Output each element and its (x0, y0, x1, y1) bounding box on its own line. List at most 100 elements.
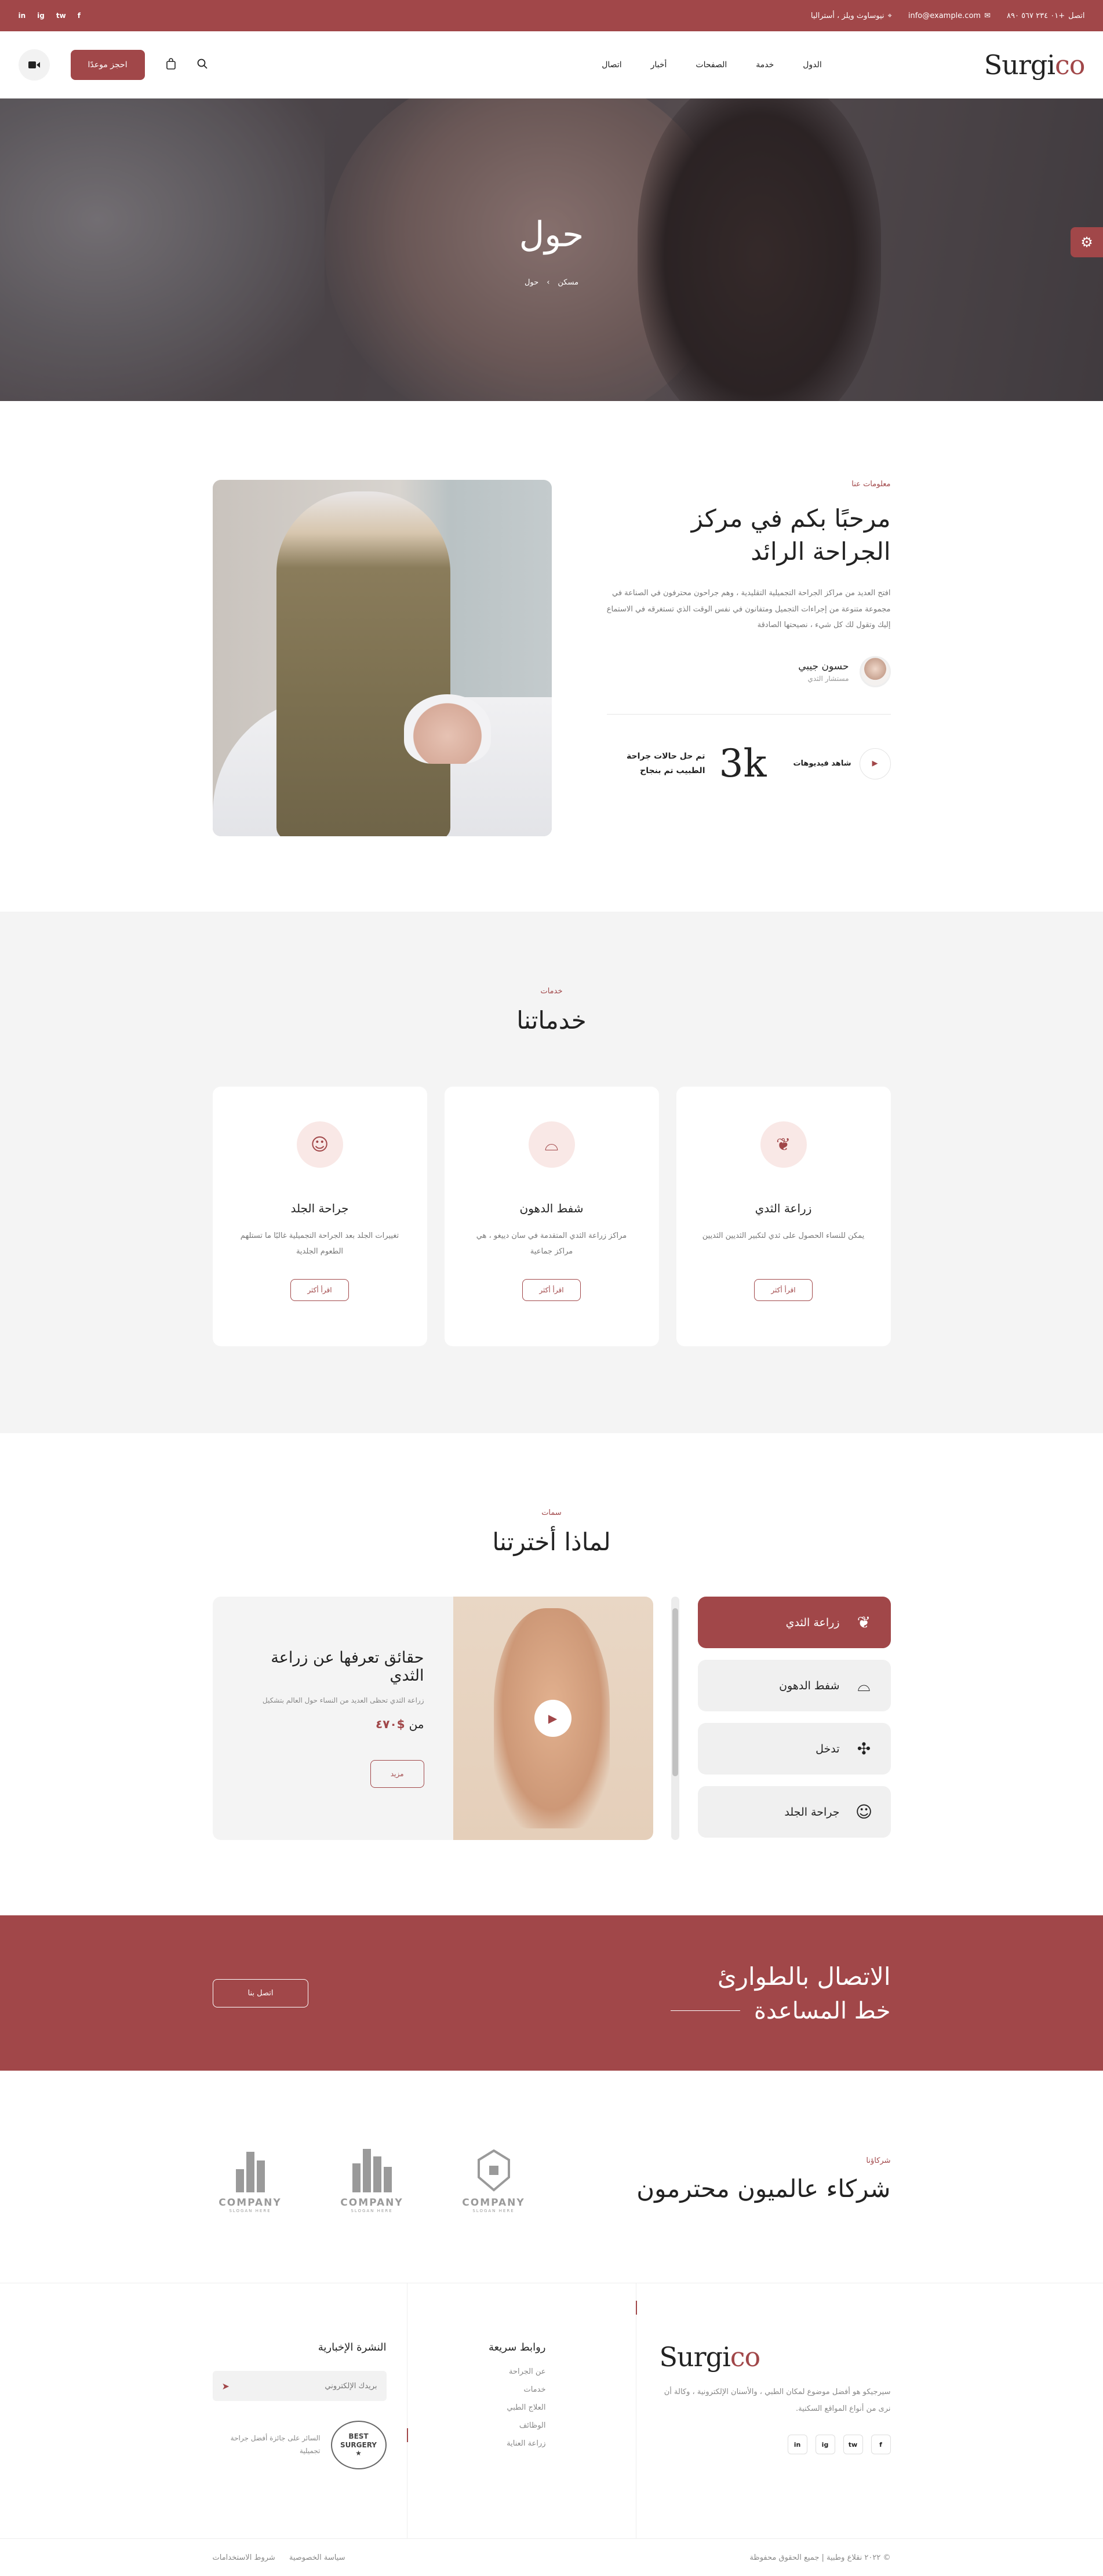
footer-link[interactable]: زراعة العناية (407, 2439, 545, 2448)
award-badge-line2: SURGERY (340, 2440, 377, 2449)
nav-item-pages[interactable]: الصفحات (696, 60, 727, 70)
twitter-icon[interactable]: tw (843, 2435, 863, 2455)
nav-item-service[interactable]: خدمة (756, 60, 774, 70)
partners-section: شركاؤنا شركاء عالميون محترمون COMPANY SL… (0, 2071, 1103, 2283)
instagram-icon[interactable]: ig (815, 2435, 835, 2455)
settings-gear-icon[interactable]: ⚙ (1071, 227, 1103, 257)
facebook-icon[interactable]: f (78, 12, 81, 20)
house-pin-icon (456, 2146, 532, 2192)
tab-label: تدخل (816, 1742, 840, 1755)
watch-video-button[interactable]: ▶ شاهد فيديوهات (793, 748, 891, 779)
tab-injection[interactable]: ✣ تدخل (697, 1723, 891, 1775)
about-image (212, 480, 552, 836)
body-icon: ⌓ (857, 1675, 871, 1695)
emergency-line2: خط المساعدة (753, 1997, 891, 2024)
linkedin-icon[interactable]: in (19, 12, 26, 20)
face-icon: ☺ (296, 1121, 343, 1168)
feature-more-button[interactable]: مزيد (370, 1760, 424, 1788)
footer-newsletter: النشرة الإخبارية ➤ BEST SURGERY ★ السائر… (212, 2283, 387, 2538)
syringe-icon: ✣ (857, 1739, 871, 1758)
award-row: BEST SURGERY ★ السائر على جائزة أفضل جرا… (213, 2421, 387, 2469)
why-section: سمات لماذا أخترتنا ❦ زراعة الثدي ⌓ شفط ا… (0, 1433, 1103, 1915)
partner-logo[interactable]: COMPANY SLOGAN HERE (213, 2146, 288, 2213)
about-stats: ▶ شاهد فيديوهات 3k تم حل حالات جراحة الط… (606, 714, 891, 786)
page-hero: ⚙ حول مسكن › حول (0, 99, 1103, 401)
read-more-button[interactable]: اقرأ أكثر (290, 1279, 349, 1301)
feature-image: ▶ (453, 1597, 653, 1840)
feature-title: حقائق تعرفها عن زراعة الثدي (271, 1649, 424, 1685)
phone-info[interactable]: اتصل +٠١ ٢٣٤ ٥٦٧ ٨٩٠ (1007, 12, 1085, 20)
footer-link[interactable]: خدمات (407, 2385, 545, 2394)
service-desc: مراكز زراعة الثدي المتقدمة في سان دييغو … (476, 1231, 627, 1256)
legal-links: سياسة الخصوصية شروط الاستخدامات (213, 2553, 345, 2562)
price-from: من (409, 1717, 424, 1731)
twitter-icon[interactable]: tw (56, 12, 66, 20)
breast-icon: ❦ (857, 1613, 871, 1632)
video-camera-icon[interactable] (18, 49, 50, 81)
stat-block: 3k تم حل حالات جراحة الطبيب تم بنجاح (607, 741, 766, 786)
logo-accent: co (1055, 49, 1085, 81)
footer-social: f tw ig in (660, 2435, 891, 2455)
award-badge-line1: BEST (348, 2432, 369, 2441)
about-section: معلومات عنا مرحبًا بكم في مركز الجراحة ا… (0, 401, 1103, 912)
email-info[interactable]: ✉ info@example.com (908, 12, 991, 20)
logo[interactable]: Surgico (984, 49, 1086, 81)
services-title: خدماتنا (516, 1006, 587, 1034)
author-block: حسون جيبي مستشار الثدي (607, 656, 891, 688)
about-image-patient (403, 694, 491, 764)
feature-desc: زراعة الثدي تحظى العديد من النساء حول ال… (262, 1696, 424, 1704)
read-more-button[interactable]: اقرأ أكثر (522, 1279, 581, 1301)
service-card: ❦ زراعة الثدي يمكن للنساء الحصول على ثدي… (676, 1087, 891, 1346)
service-card: ⌓ شفط الدهون مراكز زراعة الثدي المتقدمة … (444, 1087, 659, 1346)
partner-logo[interactable]: COMPANY SLOGAN HERE (456, 2146, 532, 2213)
footer-link[interactable]: العلاج الطبي (407, 2403, 545, 2412)
breadcrumb-home[interactable]: مسكن (558, 278, 578, 287)
linkedin-icon[interactable]: in (787, 2435, 807, 2455)
play-icon[interactable]: ▶ (534, 1700, 571, 1737)
services-grid: ❦ زراعة الثدي يمكن للنساء الحصول على ثدي… (212, 1087, 891, 1346)
instagram-icon[interactable]: ig (37, 12, 45, 20)
nav-item-news[interactable]: أخبار (651, 60, 667, 70)
emergency-banner: الاتصال بالطوارئ خط المساعدة اتصل بنا (0, 1915, 1103, 2071)
footer-logo-accent: co (730, 2341, 760, 2373)
copyright-text: © ٢٠٢٢ نقلاع وطبية | جميع الحقوق محفوظة (749, 2553, 891, 2562)
footer-link[interactable]: عن الجراحة (407, 2367, 546, 2376)
partner-logo[interactable]: COMPANY SLOGAN HERE (334, 2146, 410, 2213)
tab-breast-implant[interactable]: ❦ زراعة الثدي (697, 1597, 891, 1648)
facebook-icon[interactable]: f (871, 2435, 891, 2455)
cart-icon[interactable] (166, 58, 176, 72)
tab-skin-surgery[interactable]: ☺ جراحة الجلد (697, 1786, 891, 1838)
partners-eyebrow: شركاؤنا (866, 2156, 891, 2165)
feature-text: حقائق تعرفها عن زراعة الثدي زراعة الثدي … (212, 1597, 453, 1840)
terms-link[interactable]: شروط الاستخدامات (213, 2553, 275, 2562)
footer-logo[interactable]: Surgico (660, 2341, 891, 2373)
award-text: السائر على جائزة أفضل جراحة تجميلية (230, 2434, 321, 2455)
about-title: مرحبًا بكم في مركز الجراحة الرائد (691, 504, 891, 566)
partner-logo-word: COMPANY (219, 2197, 282, 2209)
feature-tabs: ❦ زراعة الثدي ⌓ شفط الدهون ✣ تدخل ☺ جراح… (697, 1597, 891, 1840)
stat-label: تم حل حالات جراحة الطبيب تم بنجاح (627, 751, 705, 775)
about-text: معلومات عنا مرحبًا بكم في مركز الجراحة ا… (606, 480, 891, 836)
scrollbar-thumb[interactable] (672, 1608, 678, 1776)
top-bar: اتصل +٠١ ٢٣٤ ٥٦٧ ٨٩٠ ✉ info@example.com ⌖… (0, 0, 1103, 31)
nav-item-contact[interactable]: اتصال (602, 60, 621, 70)
nav-item-home[interactable]: الدول (803, 60, 821, 70)
footer-brand: Surgico سيرجيكو هو أفضل موضوع لمكان الطب… (635, 2283, 891, 2538)
search-icon[interactable] (197, 59, 208, 71)
privacy-link[interactable]: سياسة الخصوصية (289, 2553, 345, 2562)
footer-link[interactable]: الوظائف (407, 2421, 546, 2430)
service-card: ☺ جراحة الجلد تغييرات الجلد بعد الجراحة … (212, 1087, 427, 1346)
contact-us-button[interactable]: اتصل بنا (212, 1979, 309, 2007)
book-appointment-button[interactable]: احجز موعدًا (70, 50, 145, 80)
newsletter-email-input[interactable] (261, 2381, 377, 2391)
tab-liposuction[interactable]: ⌓ شفط الدهون (697, 1660, 891, 1711)
star-icon: ★ (355, 2449, 362, 2458)
play-icon: ▶ (859, 748, 891, 779)
tabs-scrollbar[interactable] (671, 1597, 679, 1840)
service-desc: تغييرات الجلد بعد الجراحة التجميلية غالب… (240, 1231, 399, 1256)
send-icon[interactable]: ➤ (222, 2381, 230, 2392)
tab-label: جراحة الجلد (784, 1805, 840, 1819)
about-eyebrow: معلومات عنا (851, 480, 891, 489)
read-more-button[interactable]: اقرأ أكثر (754, 1279, 813, 1301)
partner-logo-tag: SLOGAN HERE (472, 2209, 515, 2213)
